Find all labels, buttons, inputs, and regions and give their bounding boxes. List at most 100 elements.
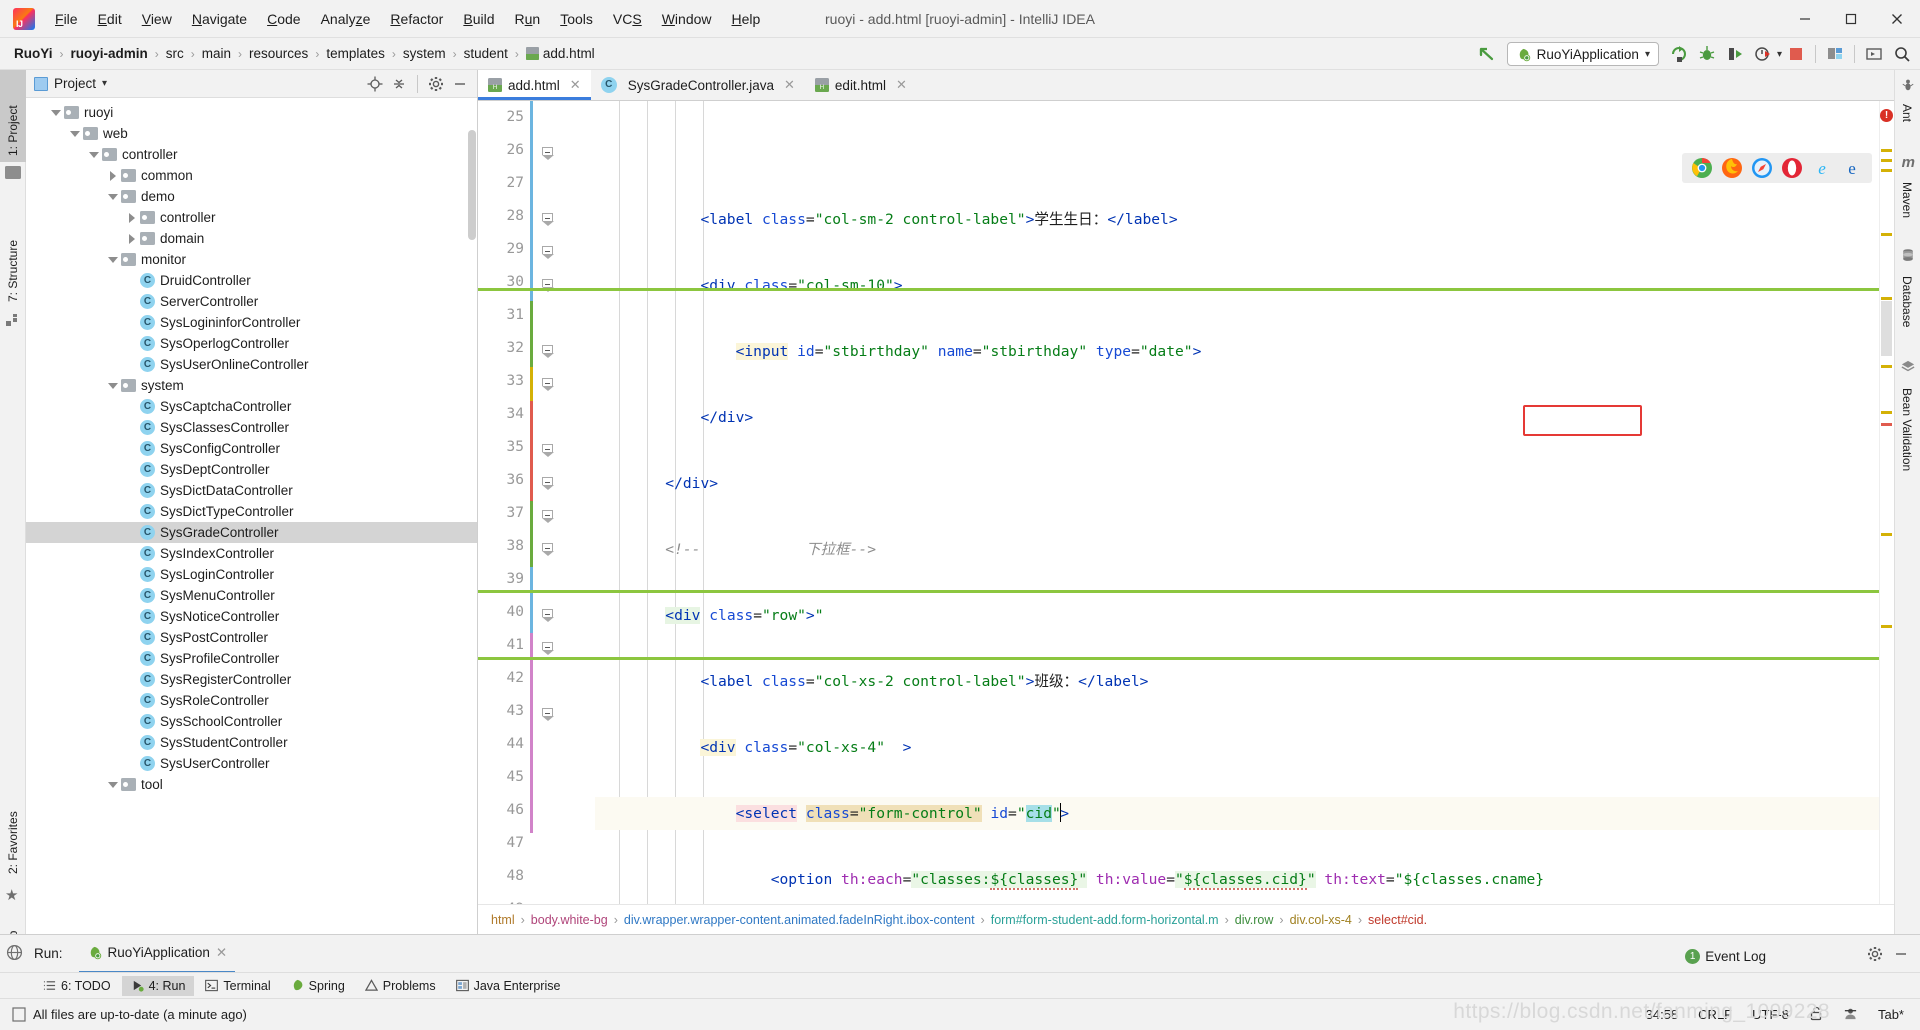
- line-number[interactable]: 25: [478, 101, 524, 134]
- line-number[interactable]: 47: [478, 827, 524, 860]
- tree-item-sysprofilecontroller[interactable]: C SysProfileController: [26, 648, 477, 669]
- line-number[interactable]: 36: [478, 464, 524, 497]
- chevron-right-icon[interactable]: [125, 211, 138, 224]
- chevron-down-icon[interactable]: [106, 379, 119, 392]
- line-number[interactable]: 42: [478, 662, 524, 695]
- editor-scrollbar-thumb[interactable]: [1881, 301, 1892, 356]
- tree-item-sysdicttypecontroller[interactable]: C SysDictTypeController: [26, 501, 477, 522]
- breadcrumb-item-8[interactable]: add.html: [522, 44, 599, 63]
- chevron-down-icon[interactable]: [87, 148, 100, 161]
- search-everywhere-icon[interactable]: [1888, 40, 1916, 68]
- menu-bar[interactable]: File Edit View Navigate Code Analyze Ref…: [45, 0, 770, 38]
- chevron-down-icon[interactable]: [106, 190, 119, 203]
- run-configuration-selector[interactable]: RuoYiApplication ▾: [1506, 42, 1659, 66]
- line-number[interactable]: 31: [478, 299, 524, 332]
- error-marker-strip[interactable]: !: [1879, 101, 1894, 904]
- toolwindow-tab-database[interactable]: Database: [1894, 270, 1920, 348]
- tree-item-sysusercontroller[interactable]: C SysUserController: [26, 753, 477, 774]
- menu-run[interactable]: Run: [505, 7, 551, 31]
- tree-item-common[interactable]: common: [26, 165, 477, 186]
- run-icon[interactable]: [1665, 40, 1693, 68]
- sidebar-tab-structure[interactable]: 7: Structure: [0, 200, 26, 308]
- tree-item-sysregistercontroller[interactable]: C SysRegisterController: [26, 669, 477, 690]
- editor-breadcrumb-body[interactable]: body.white-bg: [528, 913, 611, 927]
- editor-tab-sysgradecontroller-java[interactable]: C SysGradeController.java ✕: [590, 70, 805, 100]
- fold-marker[interactable]: [541, 509, 554, 523]
- editor-text[interactable]: <label class="col-sm-2 control-label">学生…: [595, 101, 1894, 904]
- editor-breadcrumb-colxs4[interactable]: div.col-xs-4: [1287, 913, 1355, 927]
- tree-item-sysdictdatacontroller[interactable]: C SysDictDataController: [26, 480, 477, 501]
- tree-item-sysindexcontroller[interactable]: C SysIndexController: [26, 543, 477, 564]
- line-number[interactable]: 43: [478, 695, 524, 728]
- project-structure-icon[interactable]: [1821, 40, 1849, 68]
- tree-item-controller[interactable]: controller: [26, 207, 477, 228]
- bottom-tab-terminal[interactable]: Terminal: [196, 976, 279, 996]
- line-number[interactable]: 37: [478, 497, 524, 530]
- breadcrumb-item-0[interactable]: RuoYi: [10, 44, 57, 63]
- inspection-profile-icon[interactable]: [1843, 1006, 1858, 1024]
- bottom-tab-spring[interactable]: Spring: [282, 976, 354, 996]
- tree-item-system[interactable]: system: [26, 375, 477, 396]
- breadcrumb-item-2[interactable]: src: [162, 44, 188, 63]
- vcs-change-marker[interactable]: [530, 633, 533, 833]
- fold-marker[interactable]: [541, 146, 554, 160]
- caret-position[interactable]: 34:58: [1646, 1007, 1679, 1022]
- line-number[interactable]: 33: [478, 365, 524, 398]
- collapse-all-icon[interactable]: [388, 73, 410, 95]
- tree-item-controller[interactable]: controller: [26, 144, 477, 165]
- maximize-button[interactable]: [1828, 0, 1874, 38]
- fold-marker[interactable]: [541, 443, 554, 457]
- fold-marker[interactable]: [541, 377, 554, 391]
- project-tree[interactable]: ruoyi web controller common demo controller do…: [26, 98, 477, 934]
- safari-icon[interactable]: [1751, 157, 1773, 179]
- breadcrumb-item-4[interactable]: resources: [245, 44, 312, 63]
- chevron-down-icon[interactable]: ▾: [102, 78, 107, 89]
- chevron-down-icon[interactable]: [49, 106, 62, 119]
- code-line-31[interactable]: <div class="row">": [595, 599, 1894, 632]
- code-line-28[interactable]: </div>: [595, 401, 1894, 434]
- internet-explorer-icon[interactable]: e: [1811, 157, 1833, 179]
- editor-tab-edit-html[interactable]: edit.html ✕: [804, 70, 917, 100]
- vcs-change-marker[interactable]: [530, 367, 533, 401]
- code-line-29[interactable]: </div>: [595, 467, 1894, 500]
- hide-panel-icon[interactable]: [449, 73, 471, 95]
- tree-item-syslogininforcontroller[interactable]: C SysLogininforController: [26, 312, 477, 333]
- browser-preview-bar[interactable]: e e: [1682, 153, 1872, 183]
- bottom-tab-todo[interactable]: 6: TODO: [34, 976, 120, 996]
- warning-marker[interactable]: [1881, 169, 1892, 172]
- editor-breadcrumb-divrow[interactable]: div.row: [1232, 913, 1277, 927]
- chevron-down-icon[interactable]: [68, 127, 81, 140]
- warning-marker[interactable]: [1881, 233, 1892, 236]
- editor-gutter[interactable]: 25 26 27 28 29 30 31 32 33 34 35 36 37 38 39 40 41 42 43 44…: [478, 101, 595, 904]
- line-number[interactable]: 40: [478, 596, 524, 629]
- line-number[interactable]: 45: [478, 761, 524, 794]
- locate-icon[interactable]: [364, 73, 386, 95]
- tree-item-sysoperlogcontroller[interactable]: C SysOperlogController: [26, 333, 477, 354]
- editor-tab-add-html[interactable]: add.html ✕: [478, 70, 591, 100]
- code-line-30[interactable]: <!-- 下拉框-->: [595, 533, 1894, 566]
- line-separator[interactable]: CRLF: [1698, 1007, 1732, 1022]
- bottom-tab-run[interactable]: 4: Run: [121, 975, 195, 996]
- indent-setting[interactable]: Tab*: [1878, 1007, 1904, 1022]
- tree-item-druidcontroller[interactable]: C DruidController: [26, 270, 477, 291]
- line-number[interactable]: 27: [478, 167, 524, 200]
- menu-view[interactable]: View: [132, 7, 182, 31]
- menu-file[interactable]: File: [45, 7, 88, 31]
- line-number[interactable]: 29: [478, 233, 524, 266]
- line-number[interactable]: 26: [478, 134, 524, 167]
- vcs-change-marker[interactable]: [530, 301, 533, 367]
- breadcrumb-item-6[interactable]: system: [399, 44, 450, 63]
- menu-edit[interactable]: Edit: [88, 7, 132, 31]
- stop-icon[interactable]: [1782, 40, 1810, 68]
- toggle-terminal-icon[interactable]: [1860, 40, 1888, 68]
- line-number[interactable]: 44: [478, 728, 524, 761]
- tree-item-web[interactable]: web: [26, 123, 477, 144]
- tree-item-sysdeptcontroller[interactable]: C SysDeptController: [26, 459, 477, 480]
- menu-navigate[interactable]: Navigate: [182, 7, 257, 31]
- chevron-right-icon[interactable]: [125, 232, 138, 245]
- tree-item-sysstudentcontroller[interactable]: C SysStudentController: [26, 732, 477, 753]
- editor-breadcrumb-html[interactable]: html: [488, 913, 518, 927]
- toolwindow-tab-ant[interactable]: Ant: [1894, 98, 1920, 140]
- chevron-down-icon[interactable]: [106, 778, 119, 791]
- code-editor[interactable]: 25 26 27 28 29 30 31 32 33 34 35 36 37 38 39 40 41 42 43 44…: [478, 101, 1894, 904]
